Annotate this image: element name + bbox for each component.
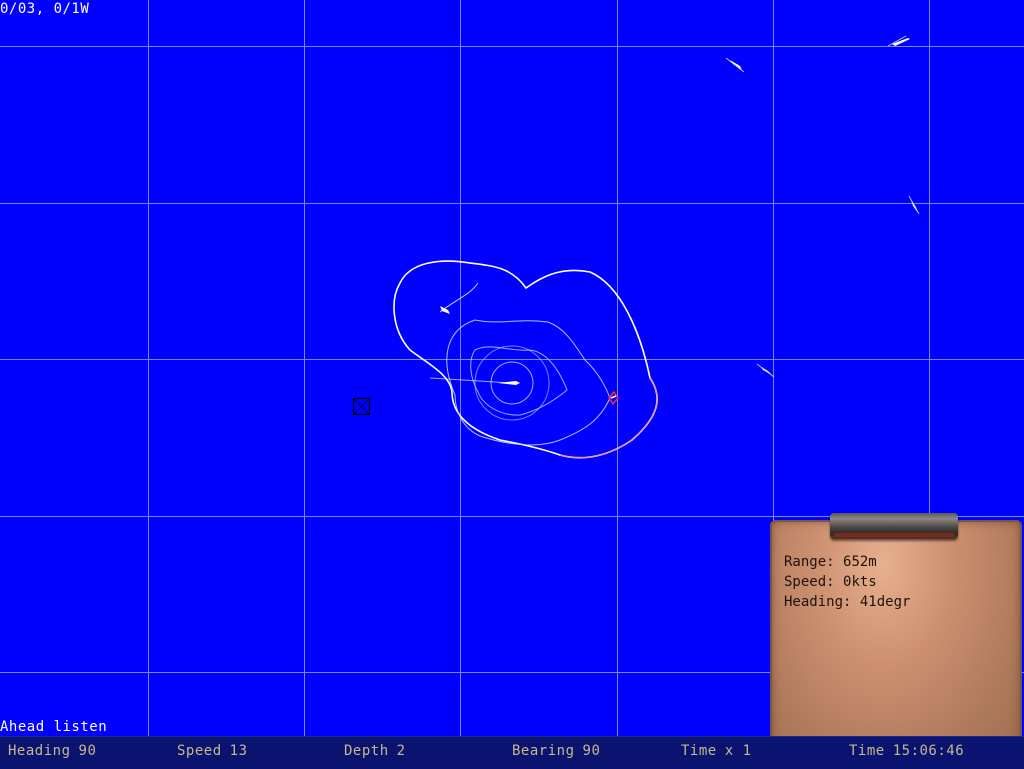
clock-readout: Time 15:06:46 bbox=[849, 737, 964, 765]
status-bar: Heading 90 Speed 13 Depth 2 Bearing 90 Time x… bbox=[0, 736, 1024, 769]
time-compression-readout[interactable]: Time x 1 bbox=[681, 737, 752, 765]
heading-value: 90 bbox=[78, 743, 97, 759]
speed-value: 13 bbox=[229, 743, 248, 759]
depth-label: Depth bbox=[344, 743, 389, 759]
speed-label: Speed bbox=[177, 743, 222, 759]
bearing-value: 90 bbox=[582, 743, 601, 759]
target-heading: Heading: 41degr bbox=[784, 592, 910, 612]
time-compression-value: x 1 bbox=[724, 743, 752, 759]
heading-label: Heading bbox=[8, 743, 71, 759]
target-speed-label: Speed: bbox=[784, 574, 835, 590]
target-heading-label: Heading: bbox=[784, 594, 852, 610]
target-speed: Speed: 0kts bbox=[784, 572, 910, 592]
target-speed-value: 0kts bbox=[843, 574, 877, 590]
heading-readout[interactable]: Heading 90 bbox=[8, 737, 96, 765]
engine-order-message: Ahead listen bbox=[0, 719, 108, 735]
target-range-label: Range: bbox=[784, 554, 835, 570]
clock-label: Time bbox=[849, 743, 885, 759]
speed-readout[interactable]: Speed 13 bbox=[177, 737, 248, 765]
time-compression-label: Time bbox=[681, 743, 717, 759]
depth-readout[interactable]: Depth 2 bbox=[344, 737, 406, 765]
bearing-label: Bearing bbox=[512, 743, 575, 759]
chart-coordinates: 0/03, 0/1W bbox=[0, 1, 90, 17]
target-heading-value: 41degr bbox=[859, 594, 911, 610]
clock-value: 15:06:46 bbox=[892, 743, 965, 759]
target-range: Range: 652m bbox=[784, 552, 910, 572]
clipboard-clip bbox=[830, 513, 958, 539]
bearing-readout[interactable]: Bearing 90 bbox=[512, 737, 600, 765]
target-info-clipboard: Range: 652m Speed: 0kts Heading: 41degr bbox=[770, 513, 1022, 768]
target-range-value: 652m bbox=[843, 554, 877, 570]
depth-value: 2 bbox=[396, 743, 406, 759]
